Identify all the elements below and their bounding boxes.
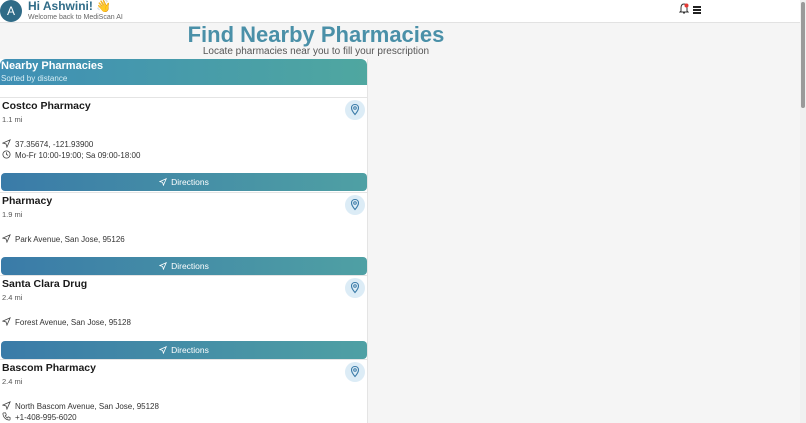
directions-label: Directions: [171, 345, 209, 355]
map-pin-icon[interactable]: [345, 362, 365, 382]
avatar[interactable]: A: [0, 0, 22, 22]
navigation-arrow-icon: [2, 401, 11, 410]
directions-label: Directions: [171, 261, 209, 271]
pharmacy-distance: 2.4 mi: [2, 377, 23, 386]
pharmacy-phone[interactable]: +1-408-995-6020: [2, 412, 77, 422]
pharmacy-card: Costco Pharmacy 1.1 mi 37.35674, -121.93…: [0, 97, 367, 193]
clock-icon: [2, 150, 11, 159]
map-pin-icon[interactable]: [345, 278, 365, 298]
address-text: North Bascom Avenue, San Jose, 95128: [15, 402, 159, 411]
directions-button[interactable]: Directions: [1, 173, 367, 191]
directions-button[interactable]: Directions: [1, 341, 367, 359]
bell-icon[interactable]: [679, 3, 689, 15]
navigation-arrow-icon: [158, 178, 168, 187]
pharmacy-name: Pharmacy: [2, 195, 53, 207]
top-bar: A Hi Ashwini! 👋 Welcome back to MediScan…: [0, 0, 806, 23]
pharmacy-name: Costco Pharmacy: [2, 100, 91, 112]
pharmacy-card: Pharmacy 1.9 mi Park Avenue, San Jose, 9…: [0, 192, 367, 276]
pharmacy-address: Park Avenue, San Jose, 95126: [2, 234, 125, 244]
scrollbar[interactable]: [800, 0, 806, 423]
map-pin-icon[interactable]: [345, 195, 365, 215]
pharmacy-address: Forest Avenue, San Jose, 95128: [2, 317, 131, 327]
pharmacy-hours: Mo-Fr 10:00-19:00; Sa 09:00-18:00: [2, 150, 140, 160]
panel-title: Nearby Pharmacies: [1, 60, 104, 72]
hours-text: Mo-Fr 10:00-19:00; Sa 09:00-18:00: [15, 151, 141, 160]
pharmacy-distance: 1.1 mi: [2, 115, 23, 124]
navigation-arrow-icon: [158, 346, 168, 355]
address-text: 37.35674, -121.93900: [15, 140, 94, 149]
pharmacy-address: North Bascom Avenue, San Jose, 95128: [2, 401, 159, 411]
page-subtitle: Locate pharmacies near you to fill your …: [202, 46, 430, 57]
pharmacy-card: Bascom Pharmacy 2.4 mi North Bascom Aven…: [0, 359, 367, 423]
page-title: Find Nearby Pharmacies: [187, 22, 445, 47]
phone-text[interactable]: +1-408-995-6020: [15, 413, 77, 422]
panel-subtitle: Sorted by distance: [1, 74, 68, 83]
navigation-arrow-icon: [2, 234, 11, 243]
address-text: Park Avenue, San Jose, 95126: [15, 235, 125, 244]
address-text: Forest Avenue, San Jose, 95128: [15, 318, 131, 327]
pharmacy-name: Bascom Pharmacy: [2, 362, 96, 374]
greeting-subtitle: Welcome back to MediScan AI: [28, 14, 123, 21]
navigation-arrow-icon: [2, 139, 11, 148]
pharmacy-list-panel: Nearby Pharmacies Sorted by distance Cos…: [0, 59, 368, 423]
pharmacy-distance: 2.4 mi: [2, 293, 23, 302]
navigation-arrow-icon: [158, 262, 168, 271]
directions-label: Directions: [171, 177, 209, 187]
panel-header: Nearby Pharmacies Sorted by distance: [0, 59, 367, 85]
pharmacy-address: 37.35674, -121.93900: [2, 139, 93, 149]
navigation-arrow-icon: [2, 317, 11, 326]
phone-icon: [2, 412, 11, 421]
directions-button[interactable]: Directions: [1, 257, 367, 275]
pharmacy-name: Santa Clara Drug: [2, 278, 88, 290]
pharmacy-distance: 1.9 mi: [2, 210, 23, 219]
hamburger-menu-icon[interactable]: [693, 6, 701, 14]
map-pin-icon[interactable]: [345, 100, 365, 120]
scrollbar-thumb[interactable]: [801, 2, 805, 108]
pharmacy-card: Santa Clara Drug 2.4 mi Forest Avenue, S…: [0, 275, 367, 359]
greeting: Hi Ashwini! 👋: [28, 0, 112, 13]
